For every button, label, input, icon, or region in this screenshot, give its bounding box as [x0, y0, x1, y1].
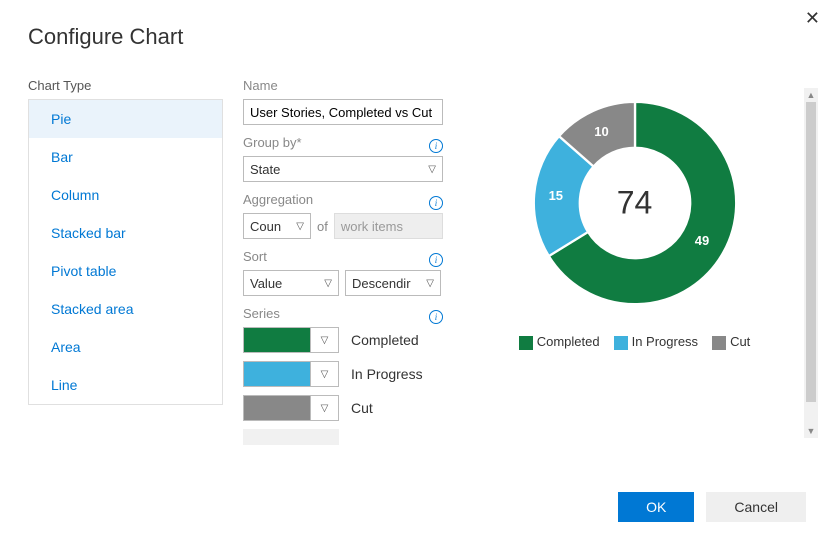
- legend-item: In Progress: [614, 334, 698, 350]
- chevron-down-icon: ▽: [310, 328, 338, 352]
- name-input[interactable]: [243, 99, 443, 125]
- slice-value: 15: [549, 188, 563, 203]
- info-icon[interactable]: i: [429, 253, 443, 267]
- donut-total: 74: [617, 185, 653, 222]
- sort-direction-value: Descendir: [352, 276, 411, 291]
- scrollbar[interactable]: ▲ ▼: [804, 88, 818, 438]
- legend-item: Completed: [519, 334, 600, 350]
- ok-button[interactable]: OK: [618, 492, 694, 522]
- series-label: Completed: [351, 332, 419, 348]
- info-icon[interactable]: i: [429, 139, 443, 153]
- legend-item: Cut: [712, 334, 750, 350]
- dialog-title: Configure Chart: [28, 24, 806, 50]
- of-value: work items: [334, 213, 443, 239]
- group-by-value: State: [250, 162, 280, 177]
- chart-type-stacked-bar[interactable]: Stacked bar: [29, 214, 222, 252]
- series-row: ▽ Cut: [243, 395, 443, 421]
- chart-legend: Completed In Progress Cut: [519, 334, 751, 350]
- slice-value: 49: [695, 233, 709, 248]
- legend-swatch: [519, 336, 533, 350]
- ghost-swatch: [243, 429, 339, 445]
- series-label: In Progress: [351, 366, 423, 382]
- chart-type-label: Chart Type: [28, 78, 223, 93]
- sort-field-value: Value: [250, 276, 282, 291]
- series-list: ▽ Completed ▽ In Progress ▽ Cut: [243, 327, 443, 421]
- info-icon[interactable]: i: [429, 310, 443, 324]
- chevron-down-icon: ▽: [428, 164, 436, 175]
- legend-swatch: [712, 336, 726, 350]
- scroll-thumb[interactable]: [806, 102, 816, 402]
- chart-type-stacked-area[interactable]: Stacked area: [29, 290, 222, 328]
- series-color-picker[interactable]: ▽: [243, 361, 339, 387]
- donut-chart: 74 49 15 10: [520, 88, 750, 318]
- chart-type-line[interactable]: Line: [29, 366, 222, 404]
- series-color-picker[interactable]: ▽: [243, 395, 339, 421]
- chart-type-pie[interactable]: Pie: [29, 100, 222, 138]
- chevron-down-icon: ▽: [296, 221, 304, 232]
- sort-direction-select[interactable]: Descendir ▽: [345, 270, 441, 296]
- sort-field-select[interactable]: Value ▽: [243, 270, 339, 296]
- chart-type-pivot-table[interactable]: Pivot table: [29, 252, 222, 290]
- sort-label: Sort: [243, 249, 267, 264]
- slice-value: 10: [594, 124, 608, 139]
- chart-type-bar[interactable]: Bar: [29, 138, 222, 176]
- scroll-up-icon[interactable]: ▲: [807, 88, 816, 102]
- series-row: ▽ In Progress: [243, 361, 443, 387]
- chart-type-area[interactable]: Area: [29, 328, 222, 366]
- close-icon[interactable]: ✕: [805, 8, 820, 29]
- chevron-down-icon: ▽: [426, 278, 434, 289]
- aggregation-label: Aggregation: [243, 192, 313, 207]
- chart-type-list: PieBarColumnStacked barPivot tableStacke…: [28, 99, 223, 405]
- series-label: Cut: [351, 400, 373, 416]
- group-by-label: Group by*: [243, 135, 302, 150]
- aggregation-select[interactable]: Coun ▽: [243, 213, 311, 239]
- color-swatch: [244, 362, 310, 386]
- scroll-down-icon[interactable]: ▼: [807, 424, 816, 438]
- color-swatch: [244, 328, 310, 352]
- chart-type-column[interactable]: Column: [29, 176, 222, 214]
- series-color-picker[interactable]: ▽: [243, 327, 339, 353]
- series-row: ▽ Completed: [243, 327, 443, 353]
- name-label: Name: [243, 78, 443, 93]
- legend-swatch: [614, 336, 628, 350]
- cancel-button[interactable]: Cancel: [706, 492, 806, 522]
- series-label: Series: [243, 306, 280, 321]
- chevron-down-icon: ▽: [324, 278, 332, 289]
- aggregation-value: Coun: [250, 219, 281, 234]
- color-swatch: [244, 396, 310, 420]
- info-icon[interactable]: i: [429, 196, 443, 210]
- chevron-down-icon: ▽: [310, 396, 338, 420]
- group-by-select[interactable]: State ▽: [243, 156, 443, 182]
- chevron-down-icon: ▽: [310, 362, 338, 386]
- of-text: of: [317, 219, 328, 234]
